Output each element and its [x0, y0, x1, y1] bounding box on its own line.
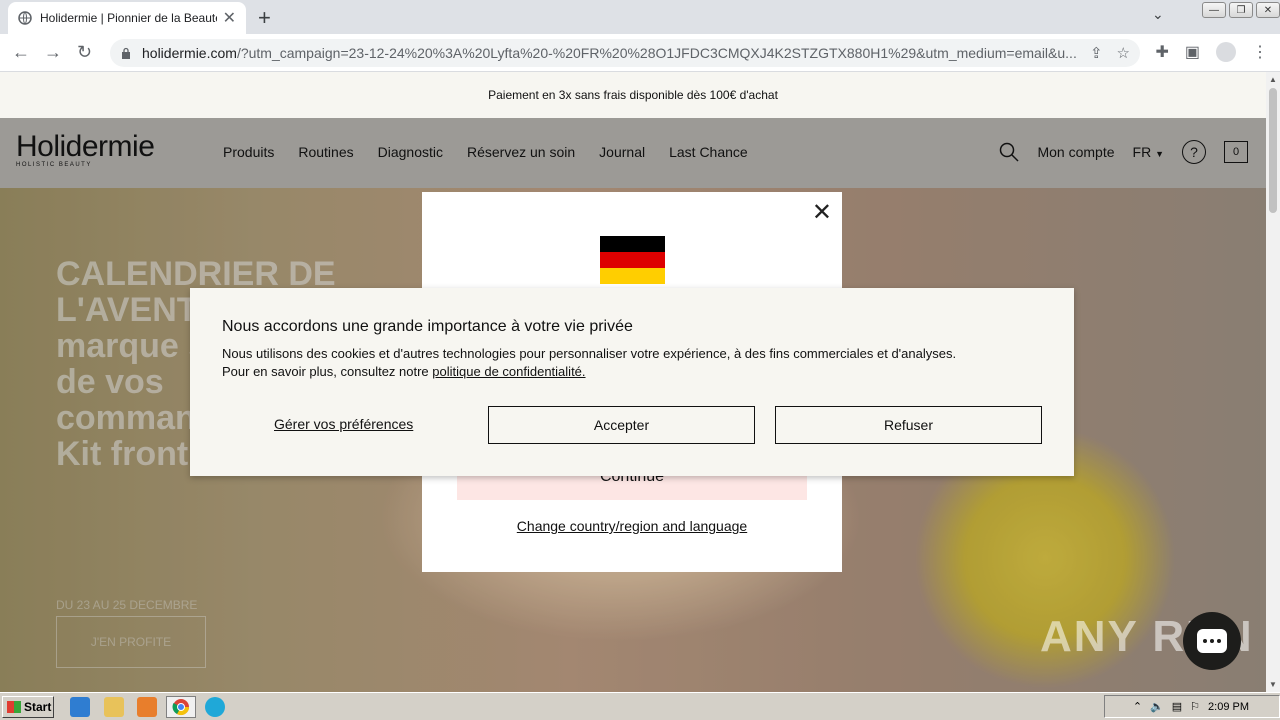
- address-bar[interactable]: holidermie.com/?utm_campaign=23-12-24%20…: [110, 39, 1140, 67]
- browser-tab-bar: Holidermie | Pionnier de la Beauté Holis…: [0, 0, 1280, 34]
- site-logo[interactable]: Holidermie HOLISTIC BEAUTY: [16, 130, 155, 168]
- web-page: Paiement en 3x sans frais disponible dès…: [0, 72, 1266, 692]
- extensions-puzzle-icon[interactable]: ✚: [1155, 42, 1168, 62]
- url-path: /?utm_campaign=23-12-24%20%3A%20Lyfta%20…: [236, 45, 1077, 61]
- nav-reservez-un-soin[interactable]: Réservez un soin: [467, 144, 575, 160]
- cookie-text: Nous utilisons des cookies et d'autres t…: [222, 345, 1052, 381]
- nav-journal[interactable]: Journal: [599, 144, 645, 160]
- caret-down-icon: ▼: [1155, 149, 1164, 159]
- language-selector[interactable]: FR ▼: [1133, 144, 1164, 160]
- cookie-text-line-2: Pour en savoir plus, consultez notre: [222, 364, 429, 379]
- start-label: Start: [24, 700, 52, 714]
- cart-bag-icon[interactable]: 0: [1224, 141, 1248, 163]
- tray-expand-icon[interactable]: ⌃: [1133, 700, 1142, 713]
- url-domain: holidermie.com: [142, 45, 237, 61]
- tab-search-chevron-icon[interactable]: ⌄: [1152, 6, 1164, 23]
- volume-icon[interactable]: 🔈: [1150, 700, 1164, 713]
- profile-avatar-icon[interactable]: [1216, 42, 1236, 62]
- promo-banner: Paiement en 3x sans frais disponible dès…: [0, 72, 1266, 118]
- nav-routines[interactable]: Routines: [298, 144, 353, 160]
- cookie-banner: Nous accordons une grande importance à v…: [190, 288, 1074, 476]
- site-header: Holidermie HOLISTIC BEAUTY Produits Rout…: [0, 118, 1266, 188]
- privacy-policy-link[interactable]: politique de confidentialité.: [432, 364, 585, 379]
- minimize-icon[interactable]: —: [1202, 2, 1226, 18]
- chat-icon: [1197, 629, 1227, 653]
- new-tab-button[interactable]: +: [258, 5, 271, 31]
- manage-preferences-link[interactable]: Gérer vos préférences: [274, 416, 413, 432]
- restore-icon[interactable]: ❐: [1229, 2, 1253, 18]
- url-text: holidermie.com/?utm_campaign=23-12-24%20…: [142, 45, 1090, 61]
- start-button[interactable]: Start: [2, 696, 54, 718]
- page-scrollbar[interactable]: ▲ ▼: [1266, 72, 1280, 692]
- window-controls: — ❐ ✕: [1199, 0, 1280, 20]
- windows-taskbar: Start ⌃ 🔈 ▤ ⚐ 2:09 PM: [0, 692, 1280, 720]
- cookie-title: Nous accordons une grande importance à v…: [222, 318, 633, 335]
- tab-close-icon[interactable]: ✕: [223, 8, 236, 28]
- media-player-icon[interactable]: [137, 697, 157, 717]
- back-arrow-icon[interactable]: ←: [12, 42, 30, 63]
- system-tray: ⌃ 🔈 ▤ ⚐ 2:09 PM: [1104, 695, 1280, 718]
- close-icon[interactable]: ✕: [812, 198, 832, 227]
- scroll-up-icon[interactable]: ▲: [1269, 75, 1277, 84]
- folder-icon[interactable]: [104, 697, 124, 717]
- tab-title: Holidermie | Pionnier de la Beauté Holis…: [40, 11, 217, 25]
- ie-icon[interactable]: [70, 697, 90, 717]
- flag-icon[interactable]: ⚐: [1190, 700, 1200, 713]
- language-value: FR: [1132, 144, 1152, 160]
- change-country-link[interactable]: Change country/region and language: [422, 518, 842, 534]
- share-icon[interactable]: ⇪: [1090, 44, 1103, 62]
- cart-count: 0: [1232, 146, 1240, 158]
- nav-last-chance[interactable]: Last Chance: [669, 144, 748, 160]
- browser-toolbar: ← → ↻ holidermie.com/?utm_campaign=23-12…: [0, 34, 1280, 72]
- flag-stripe-black: [600, 236, 665, 252]
- nav-produits[interactable]: Produits: [223, 144, 274, 160]
- chrome-icon: [172, 699, 190, 716]
- accept-button[interactable]: Accepter: [488, 406, 755, 444]
- close-window-icon[interactable]: ✕: [1256, 2, 1280, 18]
- network-icon[interactable]: ▤: [1172, 700, 1182, 713]
- chat-button[interactable]: [1183, 612, 1241, 670]
- reload-icon[interactable]: ↻: [77, 42, 92, 63]
- search-icon[interactable]: [999, 142, 1019, 162]
- header-actions: Mon compte FR ▼ ? 0: [999, 140, 1248, 164]
- edge-icon[interactable]: [205, 697, 225, 717]
- chrome-taskbar-button[interactable]: [166, 696, 196, 718]
- help-icon[interactable]: ?: [1182, 140, 1206, 164]
- cookie-text-line-1: Nous utilisons des cookies et d'autres t…: [222, 346, 957, 361]
- germany-flag-icon: [600, 236, 665, 284]
- globe-icon: [18, 11, 32, 25]
- refuse-button[interactable]: Refuser: [775, 406, 1042, 444]
- side-panel-icon[interactable]: ▣: [1185, 42, 1200, 62]
- lock-icon: [122, 47, 130, 59]
- scroll-down-icon[interactable]: ▼: [1269, 680, 1277, 689]
- browser-tab[interactable]: Holidermie | Pionnier de la Beauté Holis…: [8, 2, 246, 34]
- nav-diagnostic[interactable]: Diagnostic: [378, 144, 443, 160]
- extension-icons: ✚ ▣ ⋮: [1155, 42, 1268, 62]
- promo-text: Paiement en 3x sans frais disponible dès…: [488, 88, 778, 102]
- scrollbar-thumb[interactable]: [1269, 88, 1277, 213]
- logo-brand: Holidermie: [16, 130, 155, 163]
- windows-logo-icon: [7, 701, 21, 713]
- clock: 2:09 PM: [1208, 700, 1249, 713]
- account-link[interactable]: Mon compte: [1037, 144, 1114, 160]
- forward-arrow-icon[interactable]: →: [44, 42, 62, 63]
- flag-stripe-red: [600, 252, 665, 268]
- main-nav: Produits Routines Diagnostic Réservez un…: [223, 144, 748, 160]
- bookmark-star-icon[interactable]: ☆: [1117, 44, 1130, 62]
- flag-stripe-gold: [600, 268, 665, 284]
- browser-menu-icon[interactable]: ⋮: [1252, 42, 1268, 62]
